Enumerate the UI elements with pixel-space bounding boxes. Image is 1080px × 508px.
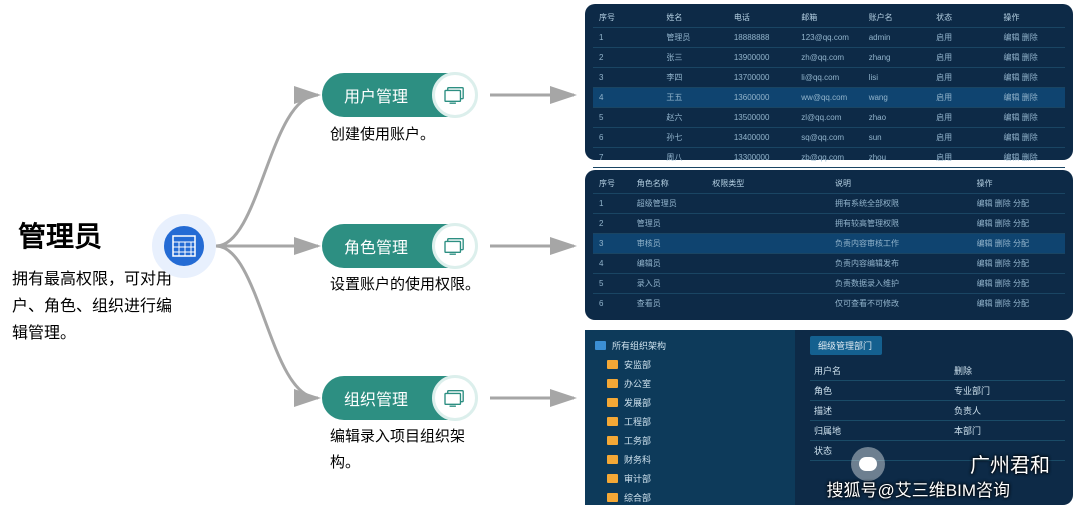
panel-user-table: 序号姓名电话邮箱账户名状态操作 1管理员18888888123@qq.comad… [585,4,1073,160]
tree-item[interactable]: 审计部 [585,469,795,488]
tree-item[interactable]: 办公室 [585,374,795,393]
folder-icon [607,436,618,445]
detail-row: 角色专业部门 [810,381,1065,401]
table-row: 2张三13900000zh@qq.comzhang启用编辑 删除 [593,48,1065,68]
folder-icon [607,379,618,388]
node-role-caption: 设置账户的使用权限。 [330,272,490,298]
monitor-icon [432,375,478,421]
folder-icon [607,455,618,464]
table-row: 2管理员拥有较高管理权限编辑 删除 分配 [593,214,1065,234]
table-row: 5录入员负责数据录入维护编辑 删除 分配 [593,274,1065,294]
monitor-icon [432,223,478,269]
building-icon [172,235,196,257]
table-row: 6孙七13400000sq@qq.comsun启用编辑 删除 [593,128,1065,148]
org-tree: 所有组织架构 安监部 办公室 发展部 工程部 工务部 财务科 审计部 综合部 [585,330,795,505]
root-admin-icon [152,214,216,278]
table-row: 7周八13300000zb@qq.comzhou启用编辑 删除 [593,148,1065,168]
tree-root[interactable]: 所有组织架构 [585,336,795,355]
table-row: 3审核员负责内容审核工作编辑 删除 分配 [593,234,1065,254]
folder-icon [595,341,606,350]
table-header-row: 序号角色名称权限类型说明操作 [593,174,1065,194]
folder-icon [607,493,618,502]
table-row: 1超级管理员拥有系统全部权限编辑 删除 分配 [593,194,1065,214]
watermark-source: 搜狐号@艾三维BIM咨询 [827,476,1010,501]
role-table: 序号角色名称权限类型说明操作 1超级管理员拥有系统全部权限编辑 删除 分配 2管… [593,174,1065,313]
user-table: 序号姓名电话邮箱账户名状态操作 1管理员18888888123@qq.comad… [593,8,1065,187]
tree-item[interactable]: 工程部 [585,412,795,431]
monitor-icon [432,72,478,118]
table-row: 4王五13600000ww@qq.comwang启用编辑 删除 [593,88,1065,108]
folder-icon [607,398,618,407]
folder-icon [607,360,618,369]
node-role: 角色管理 [322,224,472,268]
detail-row: 归属地本部门 [810,421,1065,441]
tree-item[interactable]: 综合部 [585,488,795,507]
folder-icon [607,417,618,426]
root-desc: 拥有最高权限，可对用户、角色、组织进行编辑管理。 [12,266,182,348]
node-user-caption: 创建使用账户。 [330,122,490,148]
node-org: 组织管理 [322,376,472,420]
tree-item[interactable]: 工务部 [585,431,795,450]
panel-role-table: 序号角色名称权限类型说明操作 1超级管理员拥有系统全部权限编辑 删除 分配 2管… [585,170,1073,320]
tree-item[interactable]: 财务科 [585,450,795,469]
detail-row: 用户名删除 [810,361,1065,381]
root-title: 管理员 [18,215,102,255]
table-row: 3李四13700000li@qq.comlisi启用编辑 删除 [593,68,1065,88]
detail-header: 细级管理部门 [810,336,882,355]
tree-item[interactable]: 发展部 [585,393,795,412]
node-org-caption: 编辑录入项目组织架构。 [330,424,490,475]
org-detail: 细级管理部门 用户名删除 角色专业部门 描述负责人 归属地本部门 状态 [810,336,1065,461]
tree-item[interactable]: 安监部 [585,355,795,374]
detail-row: 描述负责人 [810,401,1065,421]
watermark-brand: 广州君和 [970,449,1050,478]
folder-icon [607,474,618,483]
table-header-row: 序号姓名电话邮箱账户名状态操作 [593,8,1065,28]
table-row: 4编辑员负责内容编辑发布编辑 删除 分配 [593,254,1065,274]
table-row: 1管理员18888888123@qq.comadmin启用编辑 删除 [593,28,1065,48]
table-row: 5赵六13500000zl@qq.comzhao启用编辑 删除 [593,108,1065,128]
table-row: 6查看员仅可查看不可修改编辑 删除 分配 [593,294,1065,314]
node-user: 用户管理 [322,73,472,117]
